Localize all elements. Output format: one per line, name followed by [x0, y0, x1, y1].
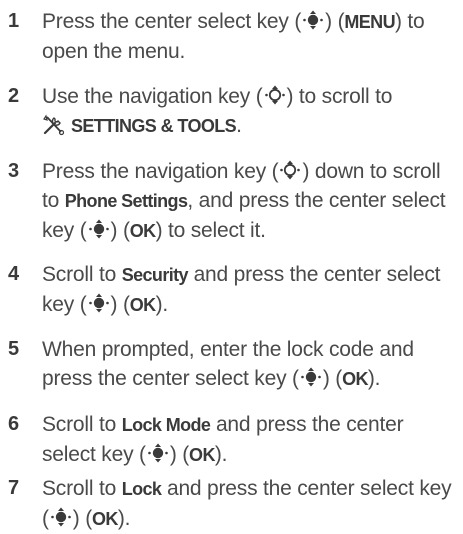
step-text-part: Press the center select key ( [42, 10, 302, 33]
step-number: 7 [8, 477, 20, 499]
center-select-key-icon [88, 218, 110, 240]
step-text: Press the center select key () (MENU) to… [42, 7, 457, 66]
soft-key-label: OK [189, 445, 215, 465]
step-text: Press the navigation key () down to scro… [42, 157, 457, 246]
step-text-part: Scroll to [42, 263, 122, 286]
menu-name: Lock [121, 479, 162, 499]
step-number: 3 [8, 160, 20, 182]
step-text-part: . [236, 114, 242, 137]
step-text-part: ). [155, 293, 169, 316]
step-text-part: Scroll to [42, 413, 122, 436]
step-text: Scroll to Lock Mode and press the center… [42, 410, 457, 470]
step-number: 2 [8, 85, 20, 107]
step-text: When prompted, enter the lock code and p… [42, 335, 457, 394]
soft-key-label: OK [92, 509, 118, 529]
menu-name: Lock Mode [121, 415, 211, 435]
settings-tools-icon [42, 114, 66, 136]
step-text-part: ) ( [110, 293, 130, 316]
center-select-key-icon [88, 292, 110, 314]
navigation-key-icon [264, 84, 286, 106]
menu-name: Phone Settings [64, 191, 188, 211]
center-select-key-icon [50, 506, 72, 528]
step-text-part: ). [214, 443, 228, 466]
step-text-part: ) to scroll to [286, 85, 393, 108]
center-select-key-icon [300, 366, 322, 388]
soft-key-label: OK [342, 369, 368, 389]
step-text: Scroll to Security and press the center … [42, 260, 457, 320]
navigation-key-icon [279, 159, 301, 181]
step-text-part: Use the navigation key ( [42, 85, 263, 108]
step-number: 5 [8, 338, 20, 360]
step-text: Use the navigation key ( ) to scroll to S… [42, 82, 457, 141]
step-text-part: Scroll to [42, 477, 122, 500]
step-number: 1 [8, 10, 20, 32]
step-text-part: ) ( [110, 219, 130, 242]
step-number: 4 [8, 263, 20, 285]
step-text-part: ). [367, 367, 381, 390]
soft-key-label: OK [129, 221, 156, 241]
step-text-part: ) ( [72, 507, 93, 530]
step-text-part: ). [117, 507, 131, 530]
step-text: Scroll to Lock and press the center sele… [42, 474, 457, 534]
center-select-key-icon [302, 9, 324, 31]
soft-key-label: OK [129, 295, 156, 315]
step-text-part: ) ( [322, 367, 343, 390]
instruction-steps: 1 Press the center select key () (MENU) … [0, 0, 463, 533]
menu-name: Security [121, 265, 189, 285]
step-text-part: ) ( [325, 10, 345, 33]
step-text-part: Press the navigation key ( [42, 160, 279, 183]
center-select-key-icon [147, 442, 169, 464]
step-number: 6 [8, 413, 20, 435]
step-text-part: ) ( [169, 443, 190, 466]
menu-name: SETTINGS & TOOLS [71, 116, 237, 136]
step-text-part: ) to select it. [155, 219, 266, 242]
soft-key-label: MENU [344, 12, 395, 32]
